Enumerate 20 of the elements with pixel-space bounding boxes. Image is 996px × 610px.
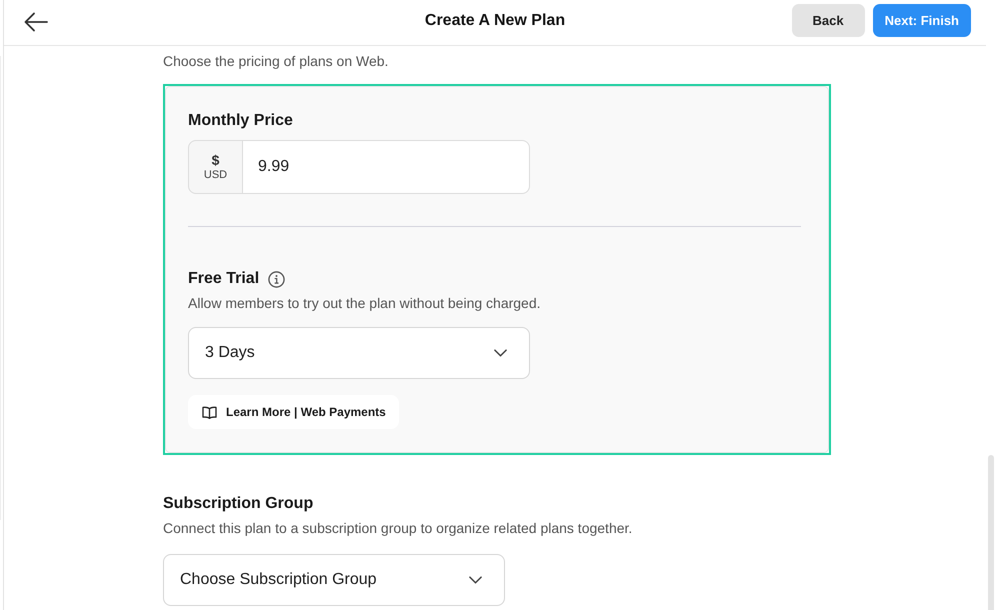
currency-symbol: $ <box>212 152 220 168</box>
currency-code: USD <box>204 168 228 182</box>
price-input[interactable]: 9.99 <box>243 140 530 194</box>
book-icon <box>202 406 217 418</box>
page-title: Create A New Plan <box>424 12 566 30</box>
field-label: Monthly Price <box>188 111 293 131</box>
field-label: Free Trial <box>188 269 260 289</box>
field-label: Subscription Group <box>163 494 314 514</box>
section-description: Choose the pricing of plans on Web. <box>163 52 388 71</box>
chevron-down-icon <box>469 576 482 584</box>
back-arrow-icon[interactable] <box>24 12 48 32</box>
back-button[interactable]: Back <box>792 4 865 37</box>
trial-select[interactable]: 3 Days <box>188 327 530 379</box>
chevron-down-icon <box>494 349 507 357</box>
subscription-group-select[interactable]: Choose Subscription Group <box>163 554 505 606</box>
field-description: Connect this plan to a subscription group to organize related plans together. <box>163 519 632 538</box>
scrollbar-thumb[interactable] <box>988 455 994 610</box>
field-description: Allow members to try out the plan without being charged. <box>188 294 541 313</box>
learn-more-link[interactable]: Learn More | Web Payments <box>188 395 399 429</box>
info-icon[interactable] <box>268 270 286 288</box>
